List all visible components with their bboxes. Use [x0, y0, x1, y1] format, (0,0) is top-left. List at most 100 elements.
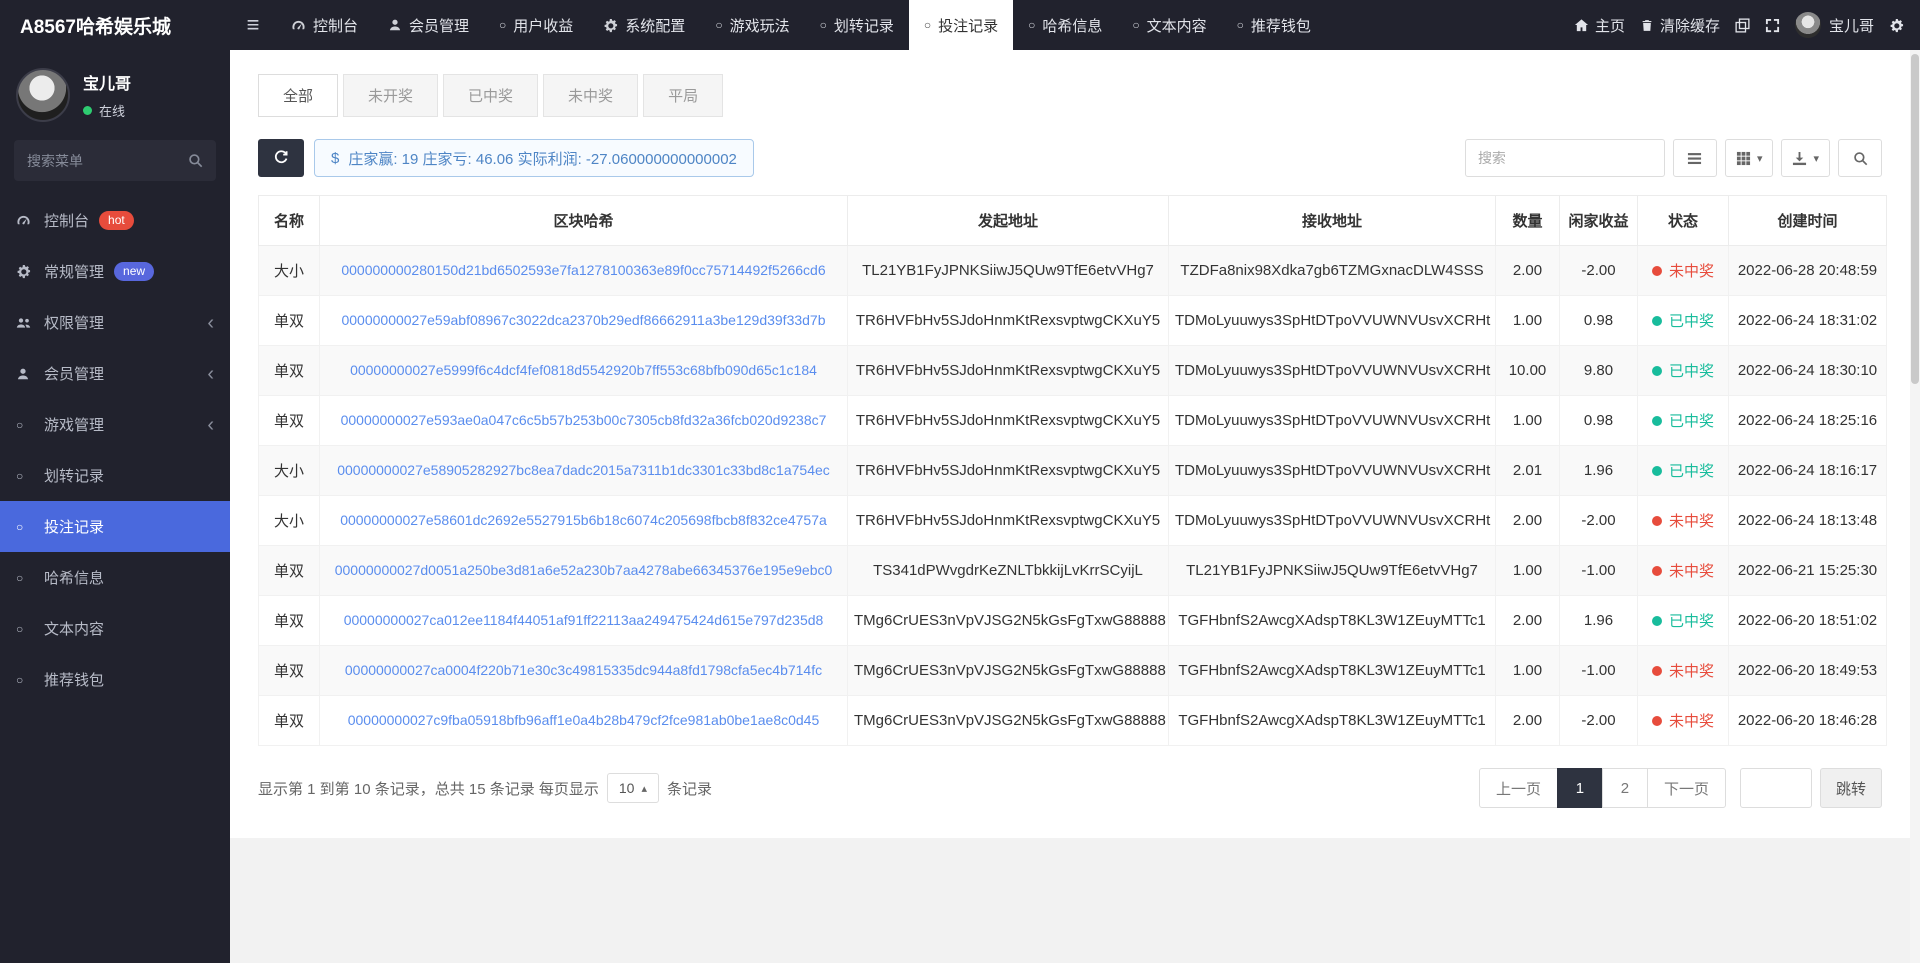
search-button[interactable] [1838, 139, 1882, 177]
sidebar-item-label: 控制台 [44, 213, 90, 230]
clear-cache-link[interactable]: 清除缓存 [1640, 15, 1720, 36]
hash-link[interactable]: 00000000027ca0004f220b71e30c3c49815335dc… [345, 662, 822, 678]
cell-profit: -2.00 [1559, 245, 1638, 296]
top-nav-item-划转记录[interactable]: ○ 划转记录 [805, 0, 909, 50]
cell-profit: 0.98 [1559, 395, 1638, 446]
sidebar-item-投注记录[interactable]: ○ 投注记录 [0, 501, 230, 552]
avatar [16, 68, 70, 122]
page-number-button-1[interactable]: 1 [1556, 768, 1603, 808]
status-dot-icon [1651, 465, 1662, 476]
cell-status: 未中奖 [1637, 645, 1729, 696]
circle-icon: ○ [1028, 18, 1036, 32]
columns-dropdown-button[interactable]: ▾ [1724, 139, 1774, 177]
page-number-button-2[interactable]: 2 [1601, 768, 1648, 808]
cell-created-time: 2022-06-20 18:46:28 [1728, 695, 1887, 746]
toggle-view-button[interactable] [1672, 139, 1717, 177]
user-menu[interactable]: 宝儿哥 [1794, 12, 1874, 38]
hash-link[interactable]: 00000000027e58905282927bc8ea7dadc2015a73… [337, 462, 830, 478]
sidebar-item-控制台[interactable]: 控制台 hot [0, 195, 230, 246]
sidebar-item-常规管理[interactable]: 常规管理 new [0, 246, 230, 297]
cell-from-address: TMg6CrUES3nVpVJSG2N5kGsFgTxwG88888 [847, 645, 1169, 696]
cell-from-address: TR6HVFbHv5SJdoHnmKtRexsvptwgCKXuY5 [847, 295, 1169, 346]
sidebar-item-权限管理[interactable]: 权限管理 ‹ [0, 297, 230, 348]
top-nav-item-系统配置[interactable]: 系统配置 [588, 0, 700, 50]
hash-link[interactable]: 00000000027e593ae0a047c6c5b57b253b00c730… [341, 412, 827, 428]
table-footer: 显示第 1 到第 10 条记录，总共 15 条记录 每页显示 10 ▴ 条记录 … [258, 768, 1882, 808]
menu-toggle-icon[interactable]: ≡ [230, 0, 276, 50]
cell-to-address: TGFHbnfS2AwcgXAdspT8KL3W1ZEuyMTTc1 [1168, 595, 1496, 646]
username-label: 宝儿哥 [1828, 17, 1874, 35]
table-row: 单双 00000000027e593ae0a047c6c5b57b253b00c7… [258, 395, 1887, 446]
table-row: 单双 00000000027ca0004f220b71e30c3c49815335… [258, 645, 1887, 696]
cell-status: 已中奖 [1637, 445, 1729, 496]
sidebar-item-哈希信息[interactable]: ○ 哈希信息 [0, 552, 230, 603]
top-nav-item-控制台[interactable]: 控制台 [276, 0, 373, 50]
sidebar-item-文本内容[interactable]: ○ 文本内容 [0, 603, 230, 654]
tab-未开奖[interactable]: 未开奖 [343, 74, 439, 117]
cell-from-address: TL21YB1FyJPNKSiiwJ5QUw9TfE6etvVHg7 [847, 245, 1169, 296]
language-switch-button[interactable] [1735, 17, 1750, 33]
table-header-row: 名称 区块哈希 发起地址 接收地址 数量 闲家收益 状态 创建时间 [258, 195, 1887, 246]
top-nav-item-投注记录[interactable]: ○ 投注记录 [908, 0, 1014, 50]
cell-created-time: 2022-06-24 18:30:10 [1728, 345, 1887, 396]
export-dropdown-button[interactable]: ▾ [1781, 139, 1830, 177]
next-page-button[interactable]: 下一页 [1646, 768, 1726, 808]
cell-to-address: TDMoLyuuwys3SpHtDTpoVVUWNVUsvXCRHt [1168, 395, 1496, 446]
user-icon [388, 18, 402, 32]
sidebar-item-label: 推荐钱包 [44, 672, 105, 689]
jump-page-input[interactable] [1739, 768, 1812, 808]
hash-link[interactable]: 00000000027e5999f6c4dcf4fef0818d5542920b… [350, 362, 817, 378]
dashboard-icon [291, 18, 306, 33]
table-row: 单双 00000000027e59abf08967c3022dca2370b29e… [258, 295, 1887, 346]
sidebar-user-status: 在线 [83, 101, 131, 120]
top-nav-item-游戏玩法[interactable]: ○ 游戏玩法 [700, 0, 804, 50]
jump-button[interactable]: 跳转 [1819, 768, 1882, 808]
top-nav-item-用户收益[interactable]: ○ 用户收益 [484, 0, 588, 50]
page-size-dropdown[interactable]: 10 ▴ [606, 773, 659, 803]
home-link[interactable]: 主页 [1574, 15, 1625, 36]
cell-status: 已中奖 [1637, 395, 1729, 446]
hash-link[interactable]: 00000000027ca012ee1184f44051af91ff22113a… [344, 612, 824, 628]
cell-name: 大小 [258, 445, 320, 496]
column-header-名称: 名称 [258, 195, 320, 246]
tab-全部[interactable]: 全部 [258, 74, 339, 117]
top-nav-label: 哈希信息 [1042, 17, 1103, 35]
sidebar-item-推荐钱包[interactable]: ○ 推荐钱包 [0, 654, 230, 705]
status-tabs: 全部 未开奖 已中奖 未中奖 平局 [258, 74, 1882, 117]
pagination-info: 显示第 1 到第 10 条记录，总共 15 条记录 每页显示 [258, 780, 599, 798]
table-search-input[interactable] [1464, 139, 1665, 177]
hash-link[interactable]: 00000000027d0051a250be3d81a6e52a230b7aa4… [335, 562, 833, 578]
caret-up-icon: ▴ [641, 782, 647, 795]
hash-link[interactable]: 00000000027e58601dc2692e5527915b6b18c607… [340, 512, 827, 528]
sidebar-item-划转记录[interactable]: ○ 划转记录 [0, 450, 230, 501]
main-content: 全部 未开奖 已中奖 未中奖 平局 $ 庄家赢: 19 庄家亏: 46.06 实际利润:… [230, 50, 1910, 838]
circle-icon: ○ [16, 468, 24, 483]
top-nav-item-推荐钱包[interactable]: ○ 推荐钱包 [1222, 0, 1326, 50]
hash-link[interactable]: 00000000027c9fba05918bfb96aff1e0a4b28b47… [348, 712, 820, 728]
tab-平局[interactable]: 平局 [643, 74, 724, 117]
circle-icon: ○ [819, 18, 827, 32]
hash-link[interactable]: 00000000027e59abf08967c3022dca2370b29edf… [341, 312, 825, 328]
sidebar-item-游戏管理[interactable]: ○ 游戏管理 ‹ [0, 399, 230, 450]
cell-to-address: TDMoLyuuwys3SpHtDTpoVVUWNVUsvXCRHt [1168, 445, 1496, 496]
tab-已中奖[interactable]: 已中奖 [443, 74, 539, 117]
top-nav-item-文本内容[interactable]: ○ 文本内容 [1117, 0, 1221, 50]
refresh-icon [273, 150, 289, 166]
sidebar-item-会员管理[interactable]: 会员管理 ‹ [0, 348, 230, 399]
scrollbar-thumb[interactable] [1911, 54, 1919, 384]
prev-page-button[interactable]: 上一页 [1478, 768, 1558, 808]
cell-name: 单双 [258, 645, 320, 696]
sidebar-search-input[interactable] [27, 152, 188, 169]
top-nav-item-哈希信息[interactable]: ○ 哈希信息 [1013, 0, 1117, 50]
settings-button[interactable] [1889, 18, 1904, 33]
cell-to-address: TGFHbnfS2AwcgXAdspT8KL3W1ZEuyMTTc1 [1168, 695, 1496, 746]
sidebar-item-label: 权限管理 [44, 315, 105, 332]
sidebar-item-label: 划转记录 [44, 468, 105, 485]
cell-amount: 2.00 [1495, 695, 1560, 746]
fullscreen-button[interactable] [1765, 18, 1780, 33]
tab-未中奖[interactable]: 未中奖 [543, 74, 639, 117]
hash-link[interactable]: 000000000280150d21bd6502593e7fa127810036… [341, 262, 825, 278]
top-nav-item-会员管理[interactable]: 会员管理 [373, 0, 484, 50]
refresh-button[interactable] [258, 139, 304, 177]
gear-icon [603, 18, 618, 33]
